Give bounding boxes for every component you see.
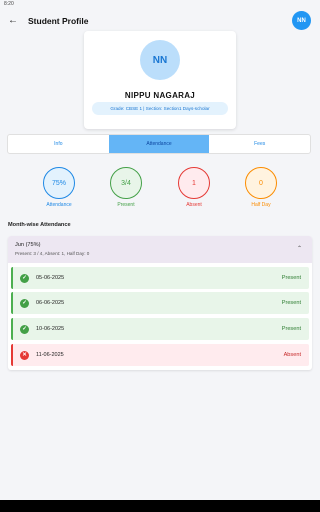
student-details-chip: Grade: CBSE 1 | Section: Section1 Days-s… <box>92 102 228 115</box>
month-panel: Jun (75%) Present: 3 / 4, Absent: 1, Hal… <box>8 236 312 370</box>
stat-present-value: 3/4 <box>110 167 142 199</box>
check-circle-icon: ✓ <box>20 324 29 334</box>
screen: 8:20 ← Student Profile NN NN NIPPU NAGAR… <box>0 0 320 500</box>
stat-half-day: 0 Half Day <box>244 167 278 208</box>
chevron-up-icon[interactable]: ⌃ <box>297 245 302 252</box>
stat-absent-label: Absent <box>186 202 202 208</box>
record-status: Present <box>281 326 301 332</box>
stat-half-day-value: 0 <box>245 167 277 199</box>
cancel-circle-icon: ✕ <box>20 350 29 360</box>
app-bar: ← Student Profile NN <box>0 8 320 33</box>
record-status: Present <box>281 275 301 281</box>
tab-attendance[interactable]: Attendance <box>108 135 210 153</box>
header-avatar[interactable]: NN <box>292 11 311 30</box>
tab-info[interactable]: Info <box>8 135 109 153</box>
month-header[interactable]: Jun (75%) Present: 3 / 4, Absent: 1, Hal… <box>8 236 312 263</box>
stat-absent-value: 1 <box>178 167 210 199</box>
record-date: 11-06-2025 <box>36 352 64 358</box>
stat-attendance: 75% Attendance <box>42 167 76 208</box>
profile-avatar: NN <box>140 40 180 80</box>
month-summary: Present: 3 / 4, Absent: 1, Half Day: 0 <box>15 251 90 256</box>
stat-present-label: Present <box>117 202 135 208</box>
page-title: Student Profile <box>28 15 89 26</box>
record-date: 05-06-2025 <box>36 275 65 281</box>
check-circle-icon: ✓ <box>20 298 29 308</box>
record-date: 10-06-2025 <box>36 326 65 332</box>
record-status: Present <box>281 300 301 306</box>
attendance-record: ✕ 11-06-2025 Absent <box>11 344 309 366</box>
attendance-record: ✓ 10-06-2025 Present <box>11 318 309 340</box>
attendance-record: ✓ 05-06-2025 Present <box>11 267 309 289</box>
record-status: Absent <box>283 352 301 358</box>
system-nav-bar <box>0 500 320 512</box>
record-date: 06-06-2025 <box>36 300 65 306</box>
student-name: NIPPU NAGARAJ <box>124 91 196 100</box>
month-title: Jun (75%) <box>15 242 41 248</box>
tab-fees[interactable]: Fees <box>209 135 310 153</box>
status-time: 8:20 <box>4 1 14 7</box>
attendance-stats: 75% Attendance 3/4 Present 1 Absent 0 Ha… <box>0 167 320 215</box>
stat-present: 3/4 Present <box>109 167 143 208</box>
attendance-record: ✓ 06-06-2025 Present <box>11 292 309 314</box>
arrow-back-icon[interactable]: ← <box>6 14 20 28</box>
status-bar: 8:20 <box>0 0 320 8</box>
profile-tabs: Info Attendance Fees <box>7 134 311 154</box>
stat-half-day-label: Half Day <box>251 202 271 208</box>
profile-card: NN NIPPU NAGARAJ Grade: CBSE 1 | Section… <box>84 31 236 129</box>
stat-absent: 1 Absent <box>177 167 211 208</box>
stat-attendance-value: 75% <box>43 167 75 199</box>
section-title: Month-wise Attendance <box>8 222 71 228</box>
check-circle-icon: ✓ <box>20 273 29 283</box>
stat-attendance-label: Attendance <box>46 202 72 208</box>
